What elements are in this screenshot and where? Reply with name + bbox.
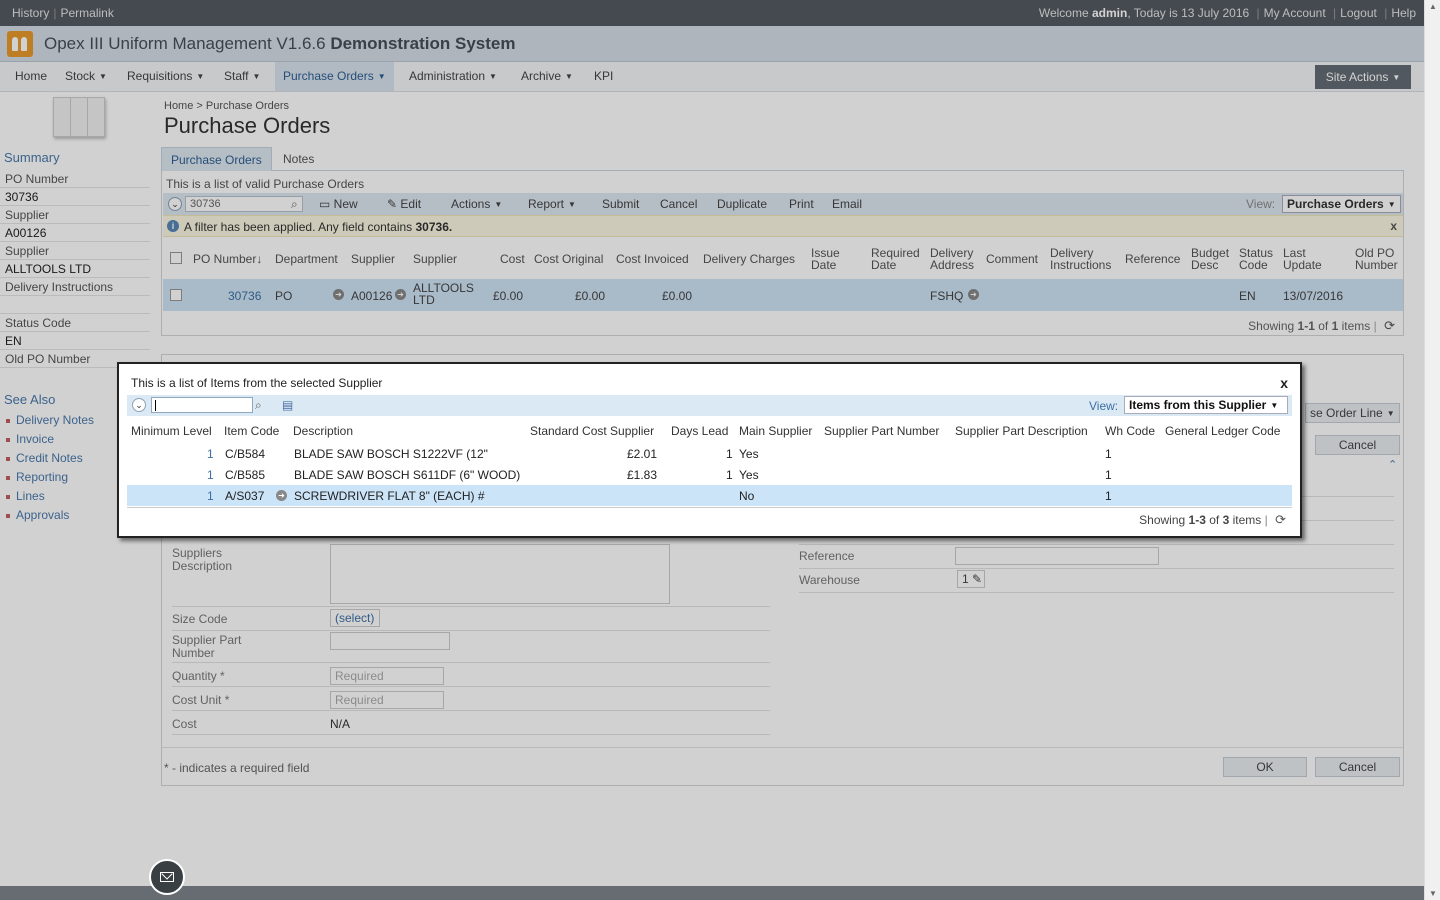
showing-range: 1-3 [1188, 513, 1206, 527]
dialog-view-label: View: [1089, 399, 1119, 413]
min-level-cell[interactable]: 1 [207, 468, 214, 482]
min-level-cell[interactable]: 1 [207, 447, 214, 461]
item-code-cell: C/B584 [225, 447, 266, 461]
close-icon[interactable]: x [1280, 375, 1288, 391]
main-supplier-cell: No [739, 489, 755, 503]
showing-label: Showing [1139, 513, 1186, 527]
supplier-items-dialog: This is a list of Items from the selecte… [117, 362, 1302, 538]
col-standard-cost-supplier[interactable]: Standard Cost Supplier [530, 424, 654, 438]
caret-down-icon: ▼ [1270, 400, 1279, 410]
days-lead-cell: 1 [726, 468, 733, 482]
refresh-icon[interactable]: ⟳ [1275, 512, 1286, 528]
dialog-view-select[interactable]: Items from this Supplier ▼ [1124, 396, 1288, 414]
std-cost-cell: £2.01 [627, 447, 658, 461]
showing-of: of [1209, 513, 1220, 527]
col-item-code[interactable]: Item Code [224, 424, 279, 438]
min-level-cell[interactable]: 1 [207, 489, 214, 503]
add-item-icon[interactable]: ▤ [282, 398, 296, 412]
showing-items: items [1232, 513, 1262, 527]
envelope-icon [160, 872, 174, 882]
description-cell: SCREWDRIVER FLAT 8" (EACH) # [294, 489, 485, 503]
std-cost-cell: £1.83 [627, 468, 658, 482]
item-code-cell: A/S037 [225, 489, 265, 503]
wh-code-cell: 1 [1105, 468, 1112, 482]
showing-total: 3 [1222, 513, 1230, 527]
table-row[interactable]: 1 C/B584 BLADE SAW BOSCH S1222VF (12" £2… [127, 443, 1292, 464]
dialog-search-input[interactable] [151, 397, 253, 413]
text-cursor [155, 400, 156, 411]
arrow-right-icon[interactable]: ➜ [276, 490, 287, 501]
bottom-bar [0, 886, 1424, 900]
item-code-cell: C/B585 [225, 468, 266, 482]
wh-code-cell: 1 [1105, 489, 1112, 503]
search-icon[interactable]: ⌕ [255, 398, 269, 412]
col-general-ledger-code[interactable]: General Ledger Code [1165, 424, 1280, 438]
scroll-down-icon[interactable]: ▼ [1429, 889, 1437, 898]
wh-code-cell: 1 [1105, 447, 1112, 461]
main-supplier-cell: Yes [739, 447, 759, 461]
dialog-view-value: Items from this Supplier [1129, 398, 1267, 412]
col-minimum-level[interactable]: Minimum Level [131, 424, 212, 438]
col-description[interactable]: Description [293, 424, 353, 438]
dialog-title: This is a list of Items from the selecte… [131, 376, 383, 390]
table-row-selected[interactable]: 1 A/S037 ➜ SCREWDRIVER FLAT 8" (EACH) # … [127, 485, 1292, 506]
days-lead-cell: 1 [726, 447, 733, 461]
table-row[interactable]: 1 C/B585 BLADE SAW BOSCH S611DF (6" WOOD… [127, 464, 1292, 485]
description-cell: BLADE SAW BOSCH S611DF (6" WOOD) [294, 468, 521, 482]
dialog-footer: Showing 1-3 of 3 items | ⟳ [127, 507, 1292, 529]
scroll-up-icon[interactable]: ▲ [1429, 2, 1437, 11]
mail-button[interactable] [149, 859, 185, 895]
col-main-supplier[interactable]: Main Supplier [739, 424, 812, 438]
description-cell: BLADE SAW BOSCH S1222VF (12" [294, 447, 488, 461]
dialog-pagination: Showing 1-3 of 3 items | ⟳ [1139, 512, 1286, 528]
dialog-toolbar: ⌄ ⌕ ▤ View: Items from this Supplier ▼ [127, 395, 1292, 416]
col-supplier-part-number[interactable]: Supplier Part Number [824, 424, 939, 438]
chevron-down-icon[interactable]: ⌄ [132, 398, 146, 412]
main-supplier-cell: Yes [739, 468, 759, 482]
col-supplier-part-description[interactable]: Supplier Part Description [955, 424, 1088, 438]
col-days-lead[interactable]: Days Lead [671, 424, 728, 438]
page-scrollbar[interactable]: ▲ ▼ [1424, 0, 1440, 900]
col-wh-code[interactable]: Wh Code [1105, 424, 1155, 438]
